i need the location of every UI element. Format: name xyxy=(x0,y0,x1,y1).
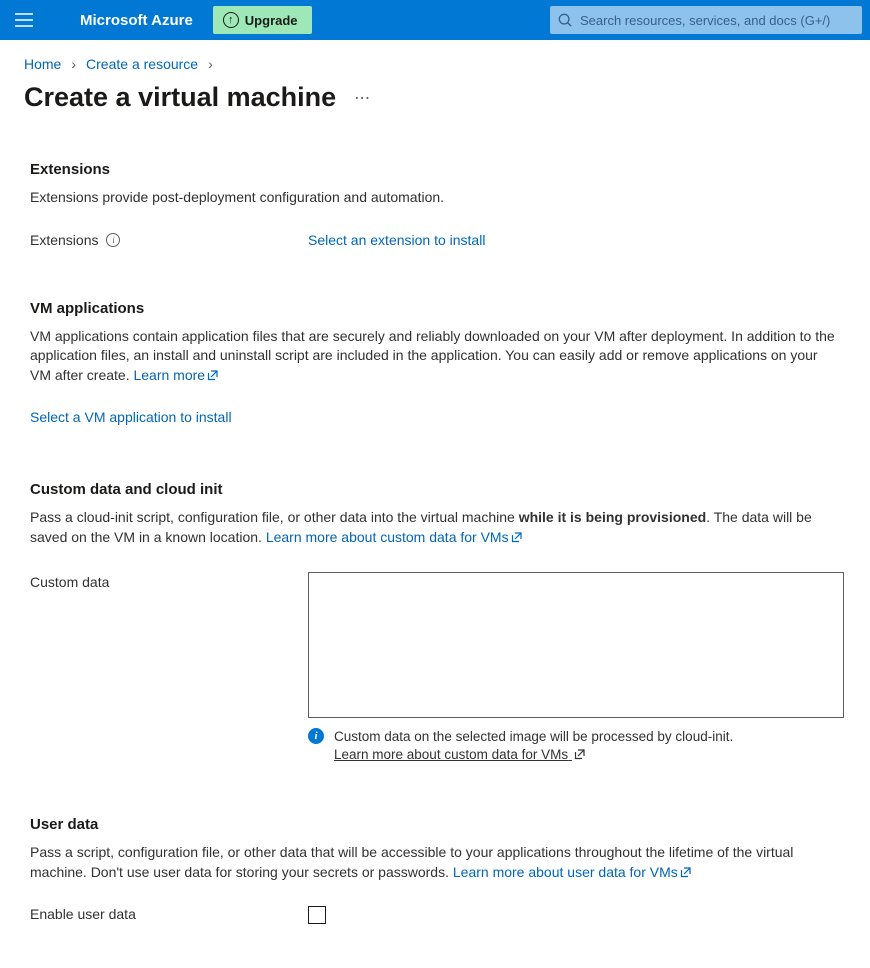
vm-apps-desc: VM applications contain application file… xyxy=(30,327,840,386)
enable-user-data-checkbox[interactable] xyxy=(308,906,326,924)
external-link-icon xyxy=(680,866,692,878)
extensions-field: Extensions i Select an extension to inst… xyxy=(30,232,840,248)
search-input[interactable] xyxy=(580,13,854,28)
info-icon: i xyxy=(308,728,324,744)
more-actions-button[interactable]: ⋯ xyxy=(354,88,371,108)
extensions-label: Extensions i xyxy=(30,232,308,248)
custom-data-info-text: Custom data on the selected image will b… xyxy=(334,729,733,744)
chevron-right-icon: › xyxy=(71,56,76,72)
select-vm-app-link[interactable]: Select a VM application to install xyxy=(30,409,232,425)
custom-data-textarea[interactable] xyxy=(308,572,844,718)
user-data-heading: User data xyxy=(30,816,840,833)
extensions-heading: Extensions xyxy=(30,161,840,178)
breadcrumb: Home › Create a resource › xyxy=(0,40,870,72)
custom-data-label: Custom data xyxy=(30,572,308,590)
info-icon[interactable]: i xyxy=(106,233,120,247)
upgrade-label: Upgrade xyxy=(245,13,298,28)
content-area: Extensions Extensions provide post-deplo… xyxy=(0,113,870,968)
user-data-desc: Pass a script, configuration file, or ot… xyxy=(30,843,840,882)
custom-data-field: Custom data i Custom data on the selecte… xyxy=(30,572,840,764)
page-title: Create a virtual machine xyxy=(24,82,336,113)
upgrade-button[interactable]: ↑ Upgrade xyxy=(213,6,312,34)
enable-user-data-field: Enable user data xyxy=(30,906,840,924)
search-icon xyxy=(558,13,572,27)
external-link-icon xyxy=(207,369,219,381)
custom-data-info-link[interactable]: Learn more about custom data for VMs xyxy=(334,747,586,762)
user-data-learn-more-link[interactable]: Learn more about user data for VMs xyxy=(453,864,692,880)
external-link-icon xyxy=(574,748,586,760)
external-link-icon xyxy=(511,531,523,543)
vm-apps-learn-more-link[interactable]: Learn more xyxy=(133,367,219,383)
vm-apps-heading: VM applications xyxy=(30,300,840,317)
hamburger-icon xyxy=(15,13,33,27)
select-extension-link[interactable]: Select an extension to install xyxy=(308,232,485,248)
hamburger-menu-button[interactable] xyxy=(8,4,40,36)
custom-data-learn-more-link[interactable]: Learn more about custom data for VMs xyxy=(266,529,523,545)
upgrade-arrow-icon: ↑ xyxy=(223,12,239,28)
title-row: Create a virtual machine ⋯ xyxy=(0,72,870,113)
enable-user-data-label: Enable user data xyxy=(30,906,308,922)
extensions-desc: Extensions provide post-deployment confi… xyxy=(30,188,840,208)
global-search[interactable] xyxy=(550,6,862,34)
chevron-right-icon: › xyxy=(208,56,213,72)
breadcrumb-create-resource[interactable]: Create a resource xyxy=(86,56,198,72)
breadcrumb-home[interactable]: Home xyxy=(24,56,61,72)
brand-label[interactable]: Microsoft Azure xyxy=(50,12,203,29)
custom-data-info-banner: i Custom data on the selected image will… xyxy=(308,728,844,764)
top-bar: Microsoft Azure ↑ Upgrade xyxy=(0,0,870,40)
custom-data-desc: Pass a cloud-init script, configuration … xyxy=(30,508,840,547)
custom-data-heading: Custom data and cloud init xyxy=(30,481,840,498)
